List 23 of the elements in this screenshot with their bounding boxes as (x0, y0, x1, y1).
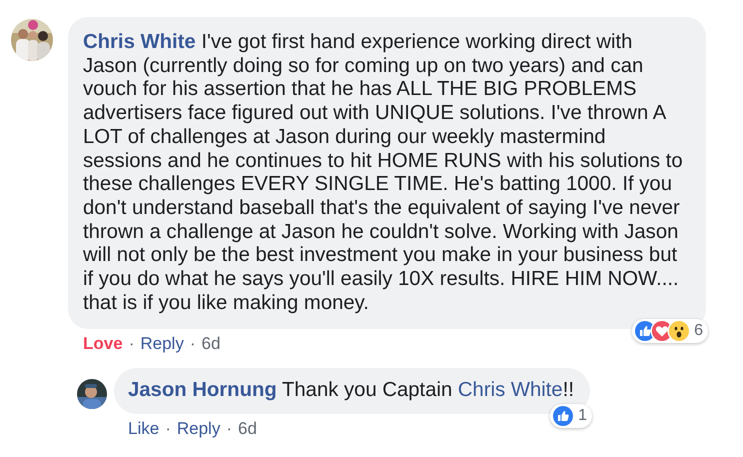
reaction-count: 6 (694, 322, 703, 340)
thumbs-up-icon (635, 321, 656, 342)
reaction-count: 1 (578, 407, 587, 426)
separator-dot: · (190, 334, 196, 354)
separator-dot: · (128, 334, 134, 354)
comment-text: Chris White I've got first hand experience working direct with Jason (currently doing so for coming up on two years) and can vouch for his assertion that he has ALL THE BIG PROBLEMS advertisers face figured out with UNIQUE solutions. I've thrown A LOT of challenges at Jason during our weekly mastermind sessions and he continues to hit HOME RUNS with his solutions to these challenges EVERY SINGLE TIME. He's batting 1000. If you don't understand baseball that's the equivalent of saying I've never thrown a challenge at Jason he couldn't solve. Working with Jason will not only be the best investment you make in your business but if you do what he says you'll easily 10X results. HIRE HIM NOW.... that is if you like making money. (83, 31, 684, 316)
timestamp: 6d (238, 419, 257, 440)
mention-link[interactable]: Chris White (458, 379, 563, 402)
reply-text: Jason Hornung Thank you Captain Chris White!! (128, 379, 574, 404)
separator-dot: · (165, 419, 171, 440)
action-link[interactable]: Like (128, 419, 160, 440)
action-link[interactable]: Love (83, 334, 123, 354)
surprised-face-icon (669, 321, 690, 342)
thumbs-up-icon (553, 406, 574, 426)
reaction-summary[interactable]: 1 (550, 404, 592, 428)
action-link[interactable]: Reply (176, 419, 220, 440)
action-link[interactable]: Reply (140, 334, 184, 354)
author-link[interactable]: Jason Hornung (128, 379, 277, 402)
heart-icon (652, 321, 672, 342)
author-link[interactable]: Chris White (83, 31, 196, 53)
separator-dot: · (226, 419, 232, 440)
timestamp: 6d (202, 334, 220, 354)
reaction-summary[interactable]: 6 (632, 319, 708, 344)
